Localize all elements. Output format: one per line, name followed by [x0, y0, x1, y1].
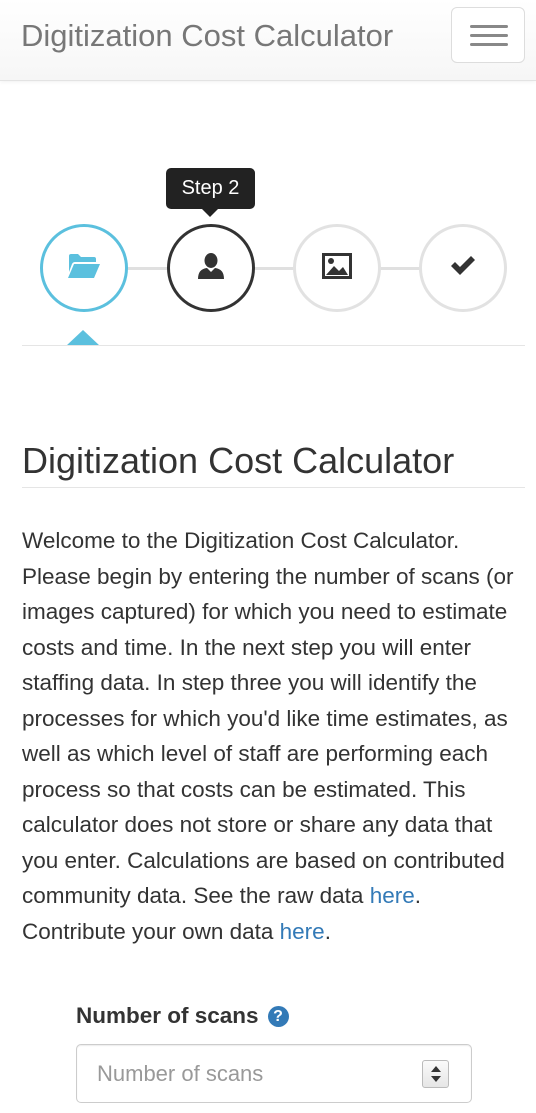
user-icon — [197, 252, 225, 285]
raw-data-link[interactable]: here — [370, 883, 415, 908]
menu-toggle-button[interactable] — [451, 7, 525, 63]
page-title: Digitization Cost Calculator — [22, 440, 455, 481]
active-step-pointer — [66, 330, 100, 346]
scans-input[interactable] — [77, 1045, 427, 1102]
title-divider — [22, 487, 525, 488]
step-3-button[interactable] — [293, 224, 381, 312]
navbar-brand[interactable]: Digitization Cost Calculator — [21, 18, 393, 54]
step-1-button[interactable] — [40, 224, 128, 312]
question-circle-icon[interactable]: ? — [267, 1005, 289, 1027]
contribute-punctuation: . — [324, 918, 331, 944]
tooltip-arrow — [202, 209, 218, 217]
spinner-down-icon[interactable] — [431, 1076, 441, 1082]
step-4-button[interactable] — [419, 224, 507, 312]
intro-punctuation: . — [414, 883, 421, 908]
step-2-button[interactable] — [167, 224, 255, 312]
navbar: Digitization Cost Calculator — [0, 0, 536, 81]
spinner-up-icon[interactable] — [431, 1066, 441, 1072]
step-connector-line — [84, 267, 464, 270]
intro-paragraph: Welcome to the Digitization Cost Calcula… — [22, 523, 527, 949]
contribute-text: Contribute your own data — [22, 918, 280, 944]
contribute-data-link[interactable]: here — [280, 919, 325, 944]
image-icon — [322, 252, 352, 284]
scans-label-text: Number of scans — [76, 1003, 259, 1028]
scans-input-wrapper — [76, 1044, 472, 1103]
wizard-divider — [22, 345, 525, 346]
scans-stepper[interactable] — [422, 1060, 449, 1088]
scans-field-label: Number of scans ? — [76, 1003, 289, 1029]
checkmark-icon — [449, 255, 477, 282]
folder-open-icon — [67, 253, 101, 284]
intro-text: Welcome to the Digitization Cost Calcula… — [22, 528, 514, 908]
step-tooltip: Step 2 — [166, 168, 255, 209]
